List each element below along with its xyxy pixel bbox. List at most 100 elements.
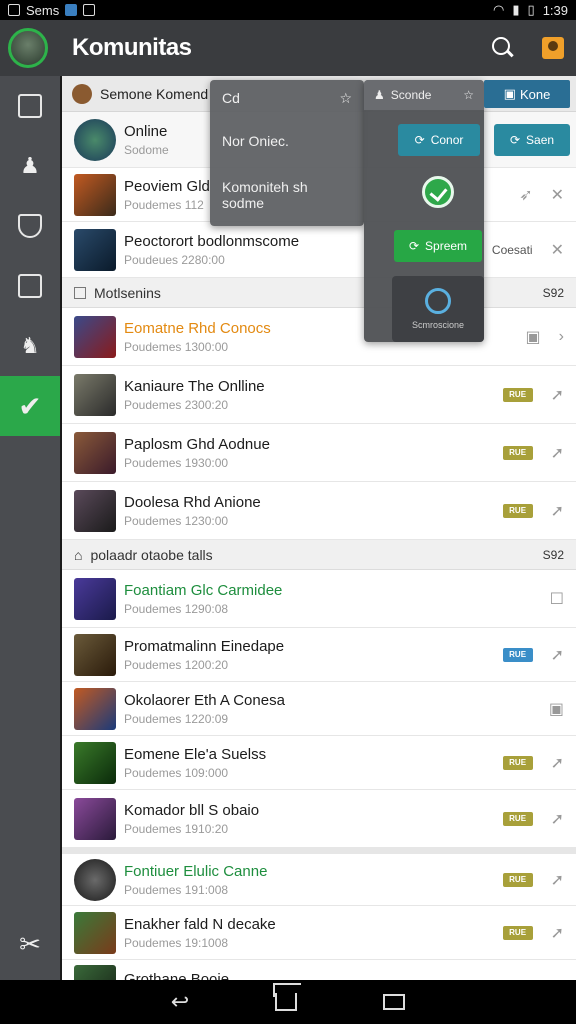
chip-icon: ▣	[503, 86, 516, 101]
item-sub: Poudeues 2280:00	[124, 252, 225, 267]
item-sub: Poudemes 1220:09	[124, 711, 229, 726]
close-icon[interactable]: ✕	[551, 185, 564, 205]
item-sub: Poudemes 1230:00	[124, 513, 229, 528]
section-count: S92	[542, 285, 564, 300]
confirm-check-icon[interactable]	[422, 176, 454, 208]
sidebar-item-person[interactable]: ♞	[0, 316, 60, 376]
sidebar-item-edit[interactable]	[0, 76, 60, 136]
alert-ring-icon	[425, 288, 451, 314]
page-title: Komunitas	[72, 34, 192, 61]
popup-option-community[interactable]: Komoniteh sh sodme	[222, 179, 352, 211]
item-tag: Coesati	[491, 242, 533, 257]
item-name: Eomene Ele'a Suelss	[124, 745, 267, 763]
list-item[interactable]: Kaniaure The Onlline Poudemes 2300:20 RU…	[62, 366, 576, 424]
calendar-icon[interactable]: ▣	[526, 327, 541, 347]
section-label: Motlsenins	[94, 284, 161, 301]
list-item[interactable]: Komador bll S obaio Poudemes 1910:20 RUE…	[62, 790, 576, 848]
section-header: Motlsenins S92	[62, 278, 576, 308]
square-icon[interactable]: ☐	[550, 589, 564, 609]
item-sub: Poudemes 1930:00	[124, 455, 229, 470]
sidebar-item-shield[interactable]	[0, 196, 60, 256]
popup-option-online[interactable]: Nor Oniec.	[222, 133, 352, 149]
sidebar-item-check[interactable]: ✔	[0, 376, 60, 436]
item-name: Eomatne Rhd Conocs	[124, 319, 271, 337]
contact-button[interactable]: ⟳ Conor	[398, 124, 480, 156]
status-badge: RUE	[502, 503, 533, 518]
profile-icon[interactable]	[542, 37, 564, 59]
edit-icon	[18, 94, 42, 118]
user-avatar[interactable]	[8, 28, 48, 68]
list-item[interactable]: Foantiam Glc Carmidee Poudemes 1290:08 ☐	[62, 570, 576, 628]
item-name: Okolaorer Eth A Conesa	[124, 691, 285, 709]
link-icon: ⟳	[408, 239, 420, 253]
section-label: polaadr otaobe talls	[90, 546, 213, 563]
item-thumbnail	[74, 964, 116, 980]
list-item[interactable]: Okolaorer Eth A Conesa Poudemes 1220:09 …	[62, 682, 576, 736]
user-icon: ♟	[374, 88, 385, 102]
sidebar: ♟ ♞ ✔ ✂	[0, 76, 60, 980]
search-icon[interactable]	[492, 37, 514, 59]
list-item[interactable]: Peoctorort bodlonmscome Poudeues 2280:00…	[62, 222, 576, 278]
list-item[interactable]: Grothane Booie	[62, 960, 576, 980]
status-badge: RUE	[502, 811, 533, 826]
mini-avatar	[72, 83, 92, 104]
popup-header: Cd	[222, 90, 240, 106]
star-icon[interactable]: ☆	[339, 90, 352, 107]
list-item[interactable]: Promatmalinn Einedape Poudemes 1200:20 R…	[62, 628, 576, 682]
battery-icon: ▯	[527, 2, 535, 17]
online-avatar	[74, 118, 116, 161]
chevron-right-icon[interactable]: ›	[559, 328, 564, 346]
online-sub: Sodome	[124, 142, 169, 157]
list-item[interactable]: Fontiuer Elulic Canne Poudemes 191:008 R…	[62, 848, 576, 906]
recents-icon[interactable]	[383, 994, 406, 1010]
sidebar-item-users[interactable]: ♟	[0, 136, 60, 196]
save-button[interactable]: ⟳ Spreem	[394, 230, 482, 262]
item-thumbnail	[74, 797, 116, 840]
pin-icon[interactable]: ➚	[551, 645, 564, 665]
item-thumbnail	[74, 741, 116, 784]
close-icon[interactable]: ✕	[551, 240, 564, 260]
sidebar-item-tools[interactable]: ✂	[0, 929, 60, 960]
item-name: Promatmalinn Einedape	[124, 637, 285, 655]
home-icon[interactable]	[275, 993, 298, 1011]
pin-icon[interactable]: ➚	[551, 443, 564, 463]
item-name: Foantiam Glc Carmidee	[124, 581, 283, 599]
users-icon: ♟	[20, 153, 40, 178]
pin-icon[interactable]: ➚	[551, 870, 564, 890]
calendar-icon[interactable]: ▣	[549, 699, 564, 719]
sidebar-item-document[interactable]	[0, 256, 60, 316]
section-checkbox[interactable]	[74, 286, 86, 299]
section-count: S92	[542, 547, 564, 562]
list-item[interactable]: Paplosm Ghd Aodnue Poudemes 1930:00 RUE ➚	[62, 424, 576, 482]
tool-card[interactable]: Scmroscione	[392, 276, 484, 342]
side-action-label: Saen	[526, 133, 555, 147]
item-name: Doolesa Rhd Anione	[124, 493, 261, 511]
wifi-icon: ◠	[493, 2, 505, 17]
list-item[interactable]: Eomene Ele'a Suelss Poudemes 109:000 RUE…	[62, 736, 576, 790]
save-button-label: Spreem	[425, 239, 468, 253]
item-sub: Poudemes 109:000	[124, 765, 229, 780]
context-popup: Cd ☆ Nor Oniec. Komoniteh sh sodme	[210, 80, 364, 226]
pin-icon[interactable]: ➚	[551, 809, 564, 829]
tools-icon: ✂	[19, 929, 41, 959]
back-icon[interactable]: ↩	[171, 989, 189, 1015]
pin-icon[interactable]: ➚	[551, 753, 564, 773]
kone-chip[interactable]: ▣ Kone	[484, 80, 570, 108]
list-item[interactable]: Enakher fald N decake Poudemes 19:1008 R…	[62, 906, 576, 960]
item-thumbnail	[74, 315, 116, 358]
status-time: 1:39	[542, 2, 568, 18]
pin-icon[interactable]: ➚	[551, 501, 564, 521]
list-item[interactable]: Doolesa Rhd Anione Poudemes 1230:00 RUE ➚	[62, 482, 576, 540]
pin-icon[interactable]: ➚	[551, 923, 564, 943]
item-thumbnail	[74, 577, 116, 620]
item-thumbnail	[74, 173, 116, 216]
share-icon[interactable]: ➶	[519, 185, 532, 205]
side-action-button[interactable]: ⟳ Saen	[494, 124, 570, 156]
link-icon: ⟳	[509, 133, 521, 147]
bell-icon: ⌂	[74, 546, 83, 563]
navigation-bar: ↩	[0, 980, 576, 1024]
pin-icon[interactable]: ➚	[551, 385, 564, 405]
list-item[interactable]: Eomatne Rhd Conocs Poudemes 1300:00 ▣ ›	[62, 308, 576, 366]
item-name: Komador bll S obaio	[124, 801, 260, 819]
star-icon[interactable]: ☆	[463, 88, 474, 102]
